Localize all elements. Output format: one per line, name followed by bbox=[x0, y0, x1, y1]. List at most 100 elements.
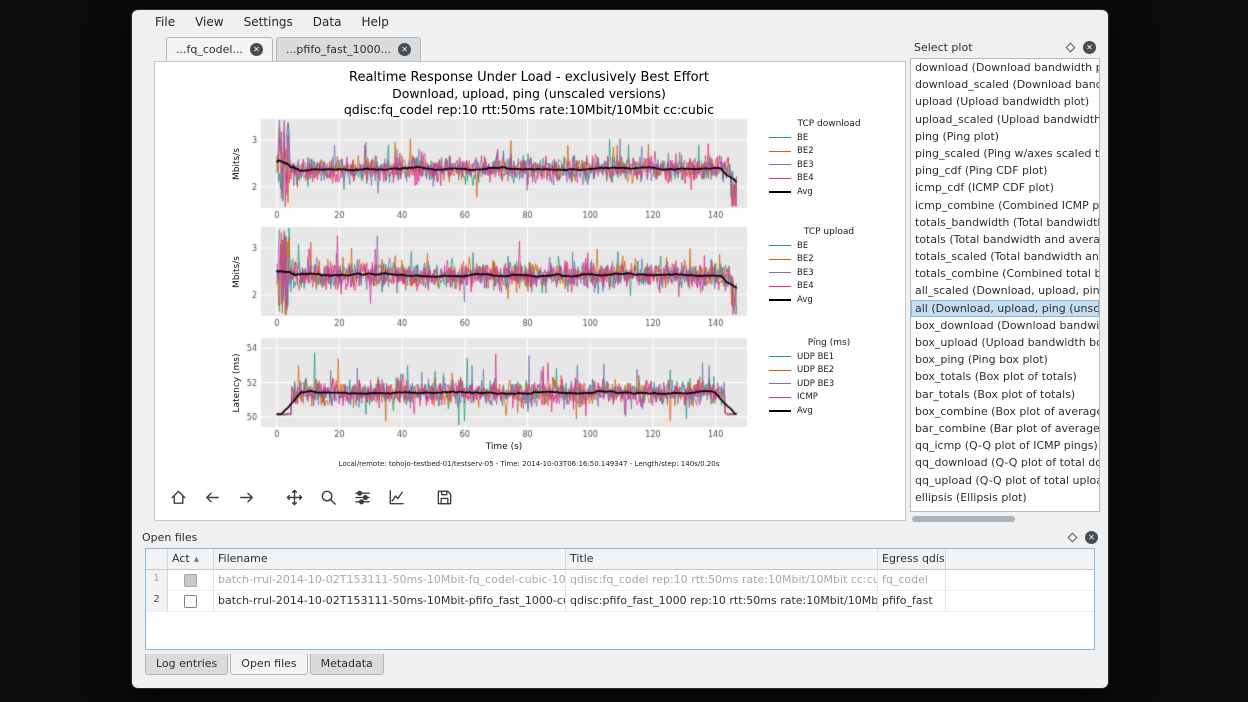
column-header-title[interactable]: Title bbox=[566, 549, 878, 569]
legend-label: UDP BE3 bbox=[797, 379, 834, 389]
home-button[interactable] bbox=[163, 482, 193, 512]
plot-list-item[interactable]: qq_upload (Q-Q plot of total upload band… bbox=[911, 472, 1099, 489]
plot-list-item[interactable]: icmp_combine (Combined ICMP ping plot) bbox=[911, 197, 1099, 214]
legend-entry: Avg bbox=[763, 185, 895, 199]
pan-button[interactable] bbox=[279, 482, 309, 512]
plot-list-item[interactable]: bar_totals (Box plot of totals) bbox=[911, 386, 1099, 403]
menu-data[interactable]: Data bbox=[304, 12, 351, 32]
active-cell[interactable] bbox=[168, 591, 214, 612]
tab-open-files[interactable]: Open files bbox=[230, 654, 307, 675]
column-header-filename[interactable]: Filename bbox=[214, 549, 566, 569]
plot-list-item[interactable]: bar_combine (Bar plot of averages of sev… bbox=[911, 420, 1099, 437]
plot-list-item[interactable]: totals (Total bandwidth and average ping… bbox=[911, 231, 1099, 248]
plot-list-item[interactable]: upload (Upload bandwidth plot) bbox=[911, 93, 1099, 110]
open-file-row[interactable]: 2batch-rrul-2014-10-02T153111-50ms-10Mbi… bbox=[146, 591, 1094, 612]
select-plot-title: Select plot bbox=[914, 41, 1067, 54]
forward-button[interactable] bbox=[231, 482, 261, 512]
table-header-row: Act▲ Filename Title Egress qdisc bbox=[146, 549, 1094, 570]
figure-title-line1: Realtime Response Under Load - exclusive… bbox=[159, 70, 899, 86]
plot-list-item[interactable]: box_ping (Ping box plot) bbox=[911, 351, 1099, 368]
pan-icon bbox=[285, 488, 304, 507]
close-icon[interactable]: ✕ bbox=[250, 43, 263, 56]
legend-line-swatch bbox=[769, 137, 791, 138]
line-chart-icon bbox=[387, 488, 406, 507]
zoom-button[interactable] bbox=[313, 482, 343, 512]
close-icon[interactable]: ✕ bbox=[1085, 531, 1098, 544]
legend-label: Avg bbox=[797, 406, 813, 416]
close-icon[interactable]: ✕ bbox=[398, 43, 411, 56]
legend-label: BE4 bbox=[797, 281, 814, 291]
sliders-icon bbox=[353, 488, 372, 507]
plot-canvas-ping[interactable] bbox=[231, 336, 751, 440]
select-plot-dock: Select plot ✕ download (Download bandwid… bbox=[910, 38, 1100, 524]
tab-pfifo-fast[interactable]: ...pfifo_fast_1000... ✕ bbox=[276, 37, 421, 61]
legend-line-swatch bbox=[769, 259, 791, 260]
legend-line-swatch bbox=[769, 410, 791, 412]
legend-entry: BE2 bbox=[763, 145, 895, 159]
column-header-act[interactable]: Act▲ bbox=[168, 549, 214, 569]
plot-list-item[interactable]: all_scaled (Download, upload, ping (scal… bbox=[911, 282, 1099, 299]
checkbox[interactable] bbox=[184, 574, 197, 587]
back-button[interactable] bbox=[197, 482, 227, 512]
plot-list-item[interactable]: upload_scaled (Upload bandwidth w/axes s… bbox=[911, 111, 1099, 128]
menu-file[interactable]: File bbox=[146, 12, 184, 32]
plot-list-item[interactable]: ping_scaled (Ping w/axes scaled to remov… bbox=[911, 145, 1099, 162]
plot-list-item[interactable]: all (Download, upload, ping (unscaled ve… bbox=[911, 300, 1099, 317]
legend-download: TCP downloadBEBE2BE3BE4Avg bbox=[763, 119, 895, 199]
corner-header-cell bbox=[146, 549, 168, 569]
plot-toolbar bbox=[163, 478, 463, 516]
legend-entry: Avg bbox=[763, 404, 895, 418]
save-button[interactable] bbox=[429, 482, 459, 512]
plot-canvas-download[interactable] bbox=[231, 117, 751, 221]
scrollbar-thumb[interactable] bbox=[912, 516, 1015, 522]
plot-list-item[interactable]: box_upload (Upload bandwidth box plot) bbox=[911, 334, 1099, 351]
plot-list-item[interactable]: box_download (Download bandwidth box plo… bbox=[911, 317, 1099, 334]
horizontal-scrollbar[interactable] bbox=[910, 515, 1100, 524]
plot-list-item[interactable]: totals_combine (Combined total bandwidth… bbox=[911, 265, 1099, 282]
plot-canvas-upload[interactable] bbox=[231, 225, 751, 329]
tab-label: ...pfifo_fast_1000... bbox=[286, 43, 391, 56]
legend-label: BE bbox=[797, 241, 808, 251]
legend-line-swatch bbox=[769, 151, 791, 152]
menu-settings[interactable]: Settings bbox=[235, 12, 302, 32]
float-dock-icon[interactable] bbox=[1066, 42, 1076, 52]
figure-footer: Local/remote: tohojo-testbed-01/testserv… bbox=[159, 460, 899, 468]
figure-title: Realtime Response Under Load - exclusive… bbox=[159, 70, 899, 118]
menu-view[interactable]: View bbox=[186, 12, 232, 32]
plot-list-item[interactable]: qq_download (Q-Q plot of total download … bbox=[911, 454, 1099, 471]
tab-metadata[interactable]: Metadata bbox=[310, 654, 384, 675]
plot-list-item[interactable]: ping_cdf (Ping CDF plot) bbox=[911, 162, 1099, 179]
plot-list-item[interactable]: box_combine (Box plot of averages of sev… bbox=[911, 403, 1099, 420]
menu-help[interactable]: Help bbox=[352, 12, 397, 32]
active-cell[interactable] bbox=[168, 570, 214, 591]
open-files-rows: 1batch-rrul-2014-10-02T153111-50ms-10Mbi… bbox=[146, 570, 1094, 612]
close-icon[interactable]: ✕ bbox=[1083, 41, 1096, 54]
legend-label: Avg bbox=[797, 187, 813, 197]
checkbox[interactable] bbox=[184, 595, 197, 608]
configure-subplots-button[interactable] bbox=[347, 482, 377, 512]
legend-line-swatch bbox=[769, 356, 791, 357]
legend-entry: BE bbox=[763, 131, 895, 145]
x-axis-label: Time (s) bbox=[159, 442, 849, 452]
plot-list-item[interactable]: box_totals (Box plot of totals) bbox=[911, 368, 1099, 385]
customize-plot-button[interactable] bbox=[381, 482, 411, 512]
open-file-row[interactable]: 1batch-rrul-2014-10-02T153111-50ms-10Mbi… bbox=[146, 570, 1094, 591]
plot-list-item[interactable]: icmp_cdf (ICMP CDF plot) bbox=[911, 179, 1099, 196]
column-header-qdisc[interactable]: Egress qdisc bbox=[878, 549, 946, 569]
plot-list-item[interactable]: totals_bandwidth (Total bandwidth) bbox=[911, 214, 1099, 231]
float-dock-icon[interactable] bbox=[1068, 532, 1078, 542]
open-files-header: Open files ✕ bbox=[138, 528, 1102, 546]
legend-label: BE2 bbox=[797, 254, 814, 264]
zoom-icon bbox=[319, 488, 338, 507]
plot-list-item[interactable]: ellipsis (Ellipsis plot) bbox=[911, 489, 1099, 506]
plot-list-item[interactable]: download (Download bandwidth plot) bbox=[911, 59, 1099, 76]
plot-list-item[interactable]: totals_scaled (Total bandwidth and avera… bbox=[911, 248, 1099, 265]
tab-log-entries[interactable]: Log entries bbox=[145, 654, 228, 675]
row-number: 2 bbox=[146, 591, 168, 612]
qdisc-cell: fq_codel bbox=[878, 570, 946, 591]
bottom-tabbar: Log entries Open files Metadata bbox=[145, 654, 384, 675]
tab-fq-codel[interactable]: ...fq_codel... ✕ bbox=[166, 37, 273, 61]
plot-list-item[interactable]: download_scaled (Download bandwidth w/ax… bbox=[911, 76, 1099, 93]
plot-list-item[interactable]: ping (Ping plot) bbox=[911, 128, 1099, 145]
plot-list-item[interactable]: qq_icmp (Q-Q plot of ICMP pings) bbox=[911, 437, 1099, 454]
